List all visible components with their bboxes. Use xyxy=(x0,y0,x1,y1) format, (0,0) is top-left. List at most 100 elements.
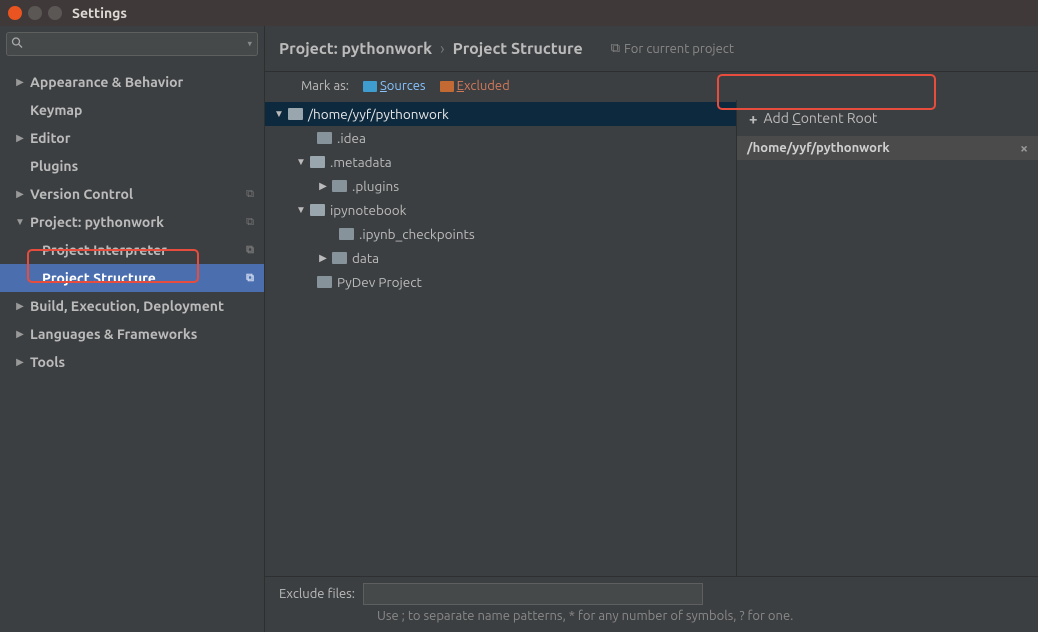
chevron-right-icon: ▶ xyxy=(14,300,26,312)
titlebar: Settings xyxy=(0,0,1038,26)
content-root-entry[interactable]: /home/yyf/pythonwork × xyxy=(737,136,1038,160)
nav-project[interactable]: ▼ Project: pythonwork⧉ xyxy=(0,208,264,236)
window-title: Settings xyxy=(72,5,127,21)
maximize-window-button[interactable] xyxy=(48,6,62,20)
chevron-right-icon: ▶ xyxy=(14,76,26,88)
chevron-right-icon: ▶ xyxy=(14,328,26,340)
nav-label: Version Control xyxy=(30,186,246,202)
nav-label: Editor xyxy=(30,130,254,146)
scope-icon: ⧉ xyxy=(246,188,254,201)
tree-label: .metadata xyxy=(330,154,392,170)
nav-label: Build, Execution, Deployment xyxy=(30,298,254,314)
chevron-down-icon[interactable]: ▼ xyxy=(295,204,307,216)
nav-label: Languages & Frameworks xyxy=(30,326,254,342)
chevron-down-icon: ▼ xyxy=(14,216,26,228)
for-current-text: For current project xyxy=(624,42,734,56)
exclude-files-input[interactable] xyxy=(363,583,703,605)
nav-label: Project Structure xyxy=(42,270,156,286)
tree-pydev[interactable]: PyDev Project xyxy=(265,270,736,294)
tree-label: PyDev Project xyxy=(337,274,422,290)
folder-icon xyxy=(317,132,332,144)
nav-label: Plugins xyxy=(30,158,254,174)
for-current-project-label: ⧉ For current project xyxy=(611,41,734,56)
close-window-button[interactable] xyxy=(8,6,22,20)
tree-idea[interactable]: .idea xyxy=(265,126,736,150)
tree-label: .plugins xyxy=(352,178,399,194)
nav-version-control[interactable]: ▶ Version Control⧉ xyxy=(0,180,264,208)
nav-plugins[interactable]: Plugins xyxy=(0,152,264,180)
structure-middle: ▼ /home/yyf/pythonwork .idea ▼ .metadata ▶… xyxy=(265,100,1038,576)
chevron-down-icon[interactable]: ▼ xyxy=(273,108,285,120)
nav-keymap[interactable]: Keymap xyxy=(0,96,264,124)
scope-icon: ⧉ xyxy=(611,41,620,56)
plus-icon: + xyxy=(749,110,757,127)
search-icon xyxy=(11,37,23,52)
minimize-window-button[interactable] xyxy=(28,6,42,20)
folder-open-icon xyxy=(288,108,303,120)
tree-data[interactable]: ▶ data xyxy=(265,246,736,270)
exclude-files-hint: Use ; to separate name patterns, * for a… xyxy=(377,609,1024,623)
settings-sidebar: ▾ ▶ Appearance & Behavior Keymap ▶ Editor … xyxy=(0,26,265,632)
scope-icon: ⧉ xyxy=(246,216,254,229)
tree-ipynotebook[interactable]: ▼ipynotebook xyxy=(265,198,736,222)
content-roots-column: + Add Content Root /home/yyf/pythonwork … xyxy=(736,100,1038,576)
nav-label: Tools xyxy=(30,354,254,370)
chevron-down-icon[interactable]: ▾ xyxy=(247,39,252,50)
add-content-root-button[interactable]: + Add Content Root xyxy=(737,100,1038,136)
content-panel: Project: pythonwork › Project Structure … xyxy=(265,26,1038,632)
nav-project-interpreter[interactable]: Project Interpreter ⧉ xyxy=(0,236,264,264)
chevron-right-icon: ▶ xyxy=(14,132,26,144)
tree-label: .idea xyxy=(337,130,366,146)
breadcrumb-structure: Project Structure xyxy=(453,40,583,58)
mark-sources-button[interactable]: Sources xyxy=(363,79,426,93)
scope-icon: ⧉ xyxy=(246,272,254,285)
exclude-files-label: Exclude files: xyxy=(279,587,355,601)
chevron-right-icon[interactable]: ▶ xyxy=(317,252,329,264)
breadcrumb-project[interactable]: Project: pythonwork xyxy=(279,40,432,58)
folder-icon xyxy=(440,81,454,92)
folder-icon xyxy=(339,228,354,240)
nav-appearance[interactable]: ▶ Appearance & Behavior xyxy=(0,68,264,96)
nav-label: Project Interpreter xyxy=(42,242,167,258)
nav-tools[interactable]: ▶ Tools xyxy=(0,348,264,376)
add-content-root-label: Add Content Root xyxy=(763,110,877,126)
search-input[interactable] xyxy=(6,32,258,56)
tree-plugins[interactable]: ▶ .plugins xyxy=(265,174,736,198)
mark-as-row: Mark as: Sources Excluded xyxy=(265,72,1038,100)
mark-as-label: Mark as: xyxy=(301,79,349,93)
tree-checkpoints[interactable]: .ipynb_checkpoints xyxy=(265,222,736,246)
tree-label: .ipynb_checkpoints xyxy=(359,226,475,242)
tree-label: /home/yyf/pythonwork xyxy=(308,106,449,122)
folder-icon xyxy=(332,180,347,192)
search-wrap: ▾ xyxy=(0,26,264,62)
tree-metadata[interactable]: ▼ .metadata xyxy=(265,150,736,174)
breadcrumb: Project: pythonwork › Project Structure … xyxy=(265,26,1038,72)
scope-icon: ⧉ xyxy=(246,244,254,257)
chevron-down-icon[interactable]: ▼ xyxy=(295,156,307,168)
nav-project-structure[interactable]: Project Structure ⧉ xyxy=(0,264,264,292)
breadcrumb-sep: › xyxy=(440,40,445,58)
content-root-path: /home/yyf/pythonwork xyxy=(747,141,890,155)
chevron-right-icon: ▶ xyxy=(14,188,26,200)
search-box: ▾ xyxy=(6,32,258,56)
exclude-files-bar: Exclude files: Use ; to separate name pa… xyxy=(265,576,1038,632)
folder-icon xyxy=(363,81,377,92)
mark-excluded-button[interactable]: Excluded xyxy=(440,79,510,93)
nav-label: Project: pythonwork xyxy=(30,214,246,230)
source-tree: ▼ /home/yyf/pythonwork .idea ▼ .metadata ▶… xyxy=(265,100,736,576)
nav-languages[interactable]: ▶ Languages & Frameworks xyxy=(0,320,264,348)
tree-label: data xyxy=(352,250,379,266)
folder-icon xyxy=(332,252,347,264)
folder-icon xyxy=(317,276,332,288)
nav-label: Keymap xyxy=(30,102,254,118)
nav-label: Appearance & Behavior xyxy=(30,74,254,90)
nav-editor[interactable]: ▶ Editor xyxy=(0,124,264,152)
nav-build[interactable]: ▶ Build, Execution, Deployment xyxy=(0,292,264,320)
folder-open-icon xyxy=(310,204,325,216)
remove-content-root-button[interactable]: × xyxy=(1020,140,1028,156)
nav-list: ▶ Appearance & Behavior Keymap ▶ Editor Pl… xyxy=(0,62,264,376)
tree-root[interactable]: ▼ /home/yyf/pythonwork xyxy=(265,102,736,126)
chevron-right-icon[interactable]: ▶ xyxy=(317,180,329,192)
chevron-right-icon: ▶ xyxy=(14,356,26,368)
window-buttons xyxy=(8,6,62,20)
